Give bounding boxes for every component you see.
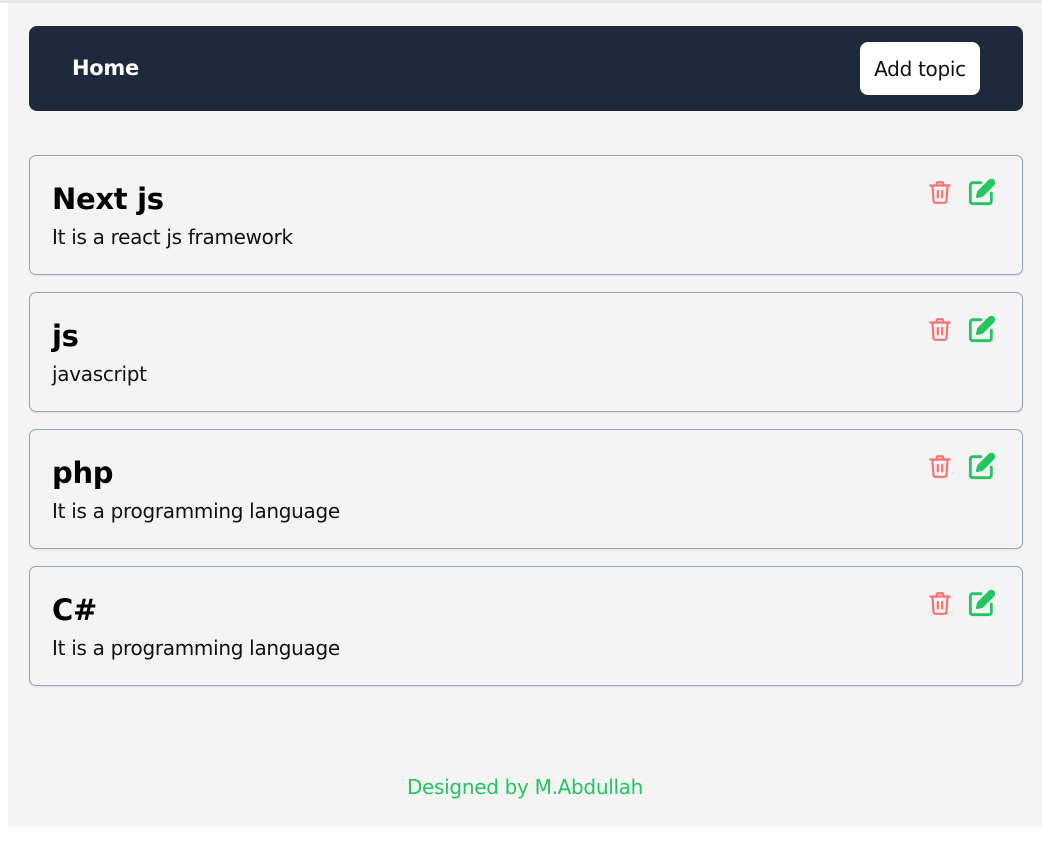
topic-card: C# It is a programming language [29,566,1023,686]
topic-description: It is a programming language [52,499,340,523]
footer-credit: Designed by M.Abdullah [406,775,644,799]
edit-topic-button[interactable] [967,315,997,345]
page-container: Home Add topic Next js It is a react js … [8,3,1042,827]
trash-icon [927,178,953,209]
edit-icon [968,178,996,209]
delete-topic-button[interactable] [925,452,955,482]
edit-topic-button[interactable] [967,452,997,482]
topic-title: Next js [52,182,164,216]
trash-icon [927,315,953,346]
trash-icon [927,452,953,483]
topic-description: It is a react js framework [52,225,293,249]
edit-icon [968,589,996,620]
edit-icon [968,315,996,346]
delete-topic-button[interactable] [925,589,955,619]
delete-topic-button[interactable] [925,315,955,345]
topic-title: C# [52,593,97,627]
home-link[interactable]: Home [72,26,139,111]
edit-icon [968,452,996,483]
topic-title: php [52,456,114,490]
add-topic-button[interactable]: Add topic [860,42,980,95]
topic-description: It is a programming language [52,636,340,660]
edit-topic-button[interactable] [967,589,997,619]
topic-card: Next js It is a react js framework [29,155,1023,275]
delete-topic-button[interactable] [925,178,955,208]
topic-card: js javascript [29,292,1023,412]
topic-title: js [52,319,79,353]
edit-topic-button[interactable] [967,178,997,208]
topic-description: javascript [52,362,147,386]
trash-icon [927,589,953,620]
topic-card: php It is a programming language [29,429,1023,549]
navbar: Home Add topic [29,26,1023,111]
